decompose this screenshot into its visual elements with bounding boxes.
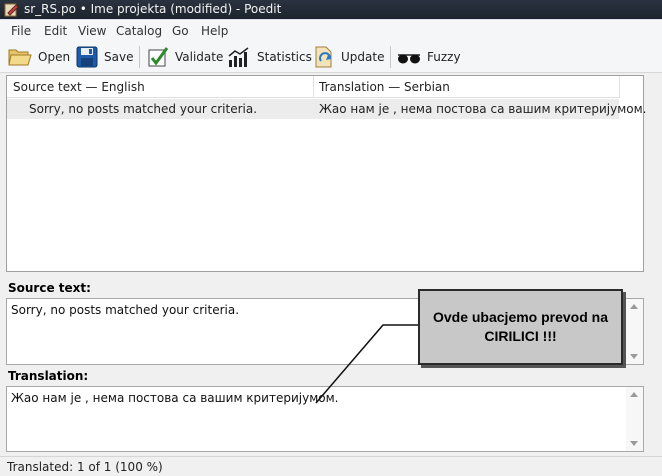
- callout-text: Ovde ubacjemo prevod na CIRILICI !!!: [432, 309, 609, 344]
- annotation-callout: Ovde ubacjemo prevod na CIRILICI !!!: [418, 289, 623, 365]
- callout-pointer-line: [315, 324, 420, 404]
